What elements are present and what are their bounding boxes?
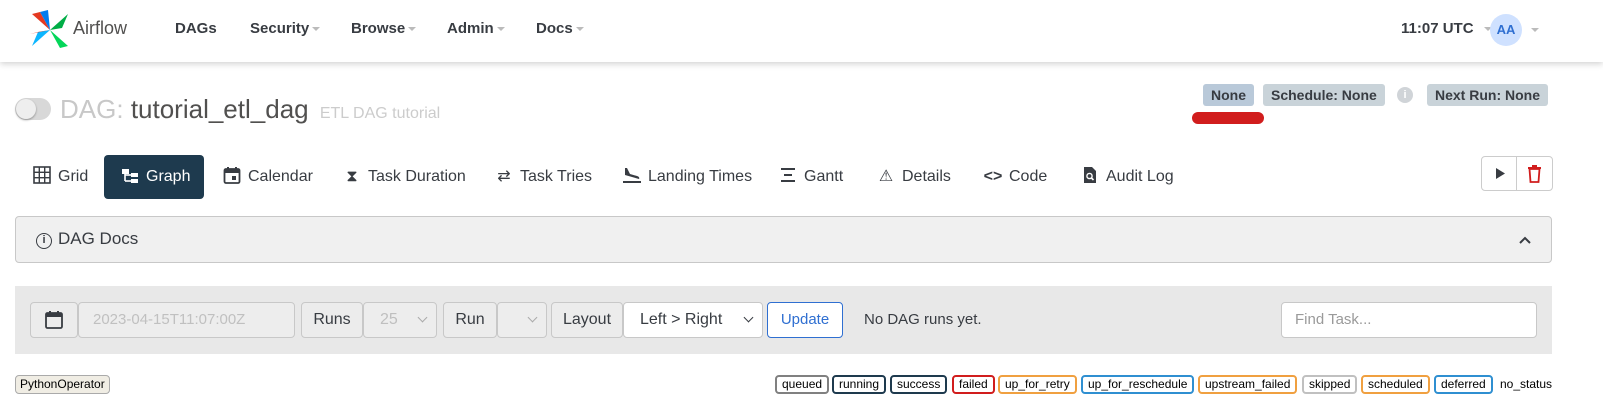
legend-state-failed[interactable]: failed <box>952 375 995 394</box>
grid-icon <box>33 166 51 184</box>
tab-calendar[interactable]: Calendar <box>222 155 313 199</box>
delete-dag-button[interactable] <box>1517 157 1552 190</box>
info-icon[interactable]: i <box>1397 87 1413 103</box>
dag-pause-toggle[interactable] <box>15 98 51 120</box>
runs-label: Runs <box>301 302 363 338</box>
calendar-icon <box>45 311 63 329</box>
legend-state-up-for-reschedule[interactable]: up_for_reschedule <box>1081 375 1195 394</box>
tab-audit-log[interactable]: Audit Log <box>1080 155 1174 199</box>
user-avatar[interactable]: AA <box>1490 14 1522 46</box>
owner-badge[interactable]: None <box>1203 84 1254 106</box>
toggle-knob <box>16 99 36 119</box>
airflow-logo-icon[interactable] <box>28 8 72 52</box>
legend-state-running[interactable]: running <box>832 375 887 394</box>
run-label: Run <box>443 302 497 338</box>
tab-task-duration[interactable]: ⧗ Task Duration <box>342 155 465 199</box>
plane-landing-icon <box>623 168 641 183</box>
legend-state-success[interactable]: success <box>890 375 948 394</box>
tab-code[interactable]: <> Code <box>983 155 1048 199</box>
warning-triangle-icon: ⚠ <box>878 168 894 185</box>
legend-state-skipped[interactable]: skipped <box>1302 375 1358 394</box>
nav-dags[interactable]: DAGs <box>175 20 217 37</box>
gantt-icon <box>781 168 795 182</box>
tab-grid[interactable]: Grid <box>32 155 88 199</box>
chevron-up-icon[interactable] <box>1519 231 1531 247</box>
red-annotation-underline <box>1192 112 1264 124</box>
repeat-icon: ⇄ <box>497 168 511 185</box>
dag-docs-panel[interactable]: i DAG Docs <box>15 216 1552 263</box>
file-search-icon <box>1084 167 1096 183</box>
chevron-down-icon <box>312 27 321 32</box>
graph-icon <box>122 169 138 183</box>
dag-description: ETL DAG tutorial <box>319 105 441 122</box>
execution-date-input[interactable]: 2023-04-15T11:07:00Z <box>78 302 295 338</box>
layout-label: Layout <box>551 302 623 338</box>
trigger-dag-button[interactable] <box>1482 157 1517 190</box>
tab-landing-times[interactable]: Landing Times <box>622 155 752 199</box>
next-run-badge: Next Run: None <box>1427 84 1548 106</box>
chevron-down-icon <box>417 312 428 323</box>
legend-state-scheduled[interactable]: scheduled <box>1361 375 1430 394</box>
status-text: No DAG runs yet. <box>864 311 982 328</box>
find-task-input[interactable]: Find Task... <box>1281 302 1537 338</box>
legend-state-queued[interactable]: queued <box>775 375 830 394</box>
tab-task-tries[interactable]: ⇄ Task Tries <box>494 155 592 199</box>
info-icon: i <box>36 233 52 249</box>
chevron-down-icon <box>527 312 538 323</box>
code-icon: <> <box>983 168 1003 185</box>
nav-docs[interactable]: Docs <box>536 20 584 37</box>
chevron-down-icon <box>496 27 505 32</box>
nav-browse[interactable]: Browse <box>351 20 417 37</box>
nav-security[interactable]: Security <box>250 20 321 37</box>
chevron-down-icon <box>743 312 754 323</box>
update-button[interactable]: Update <box>767 302 843 338</box>
graph-filter-bar: 2023-04-15T11:07:00Z Runs 25 Run Layout … <box>15 286 1552 354</box>
legend-state-up-for-retry[interactable]: up_for_retry <box>998 375 1077 394</box>
dag-actions <box>1481 156 1553 191</box>
legend-state-upstream-failed[interactable]: upstream_failed <box>1198 375 1298 394</box>
legend-state-deferred[interactable]: deferred <box>1434 375 1493 394</box>
play-icon <box>1496 168 1505 179</box>
dag-docs-title: i DAG Docs <box>36 229 138 249</box>
dag-name: tutorial_etl_dag <box>130 94 309 124</box>
chevron-down-icon <box>575 27 584 32</box>
date-picker-button[interactable] <box>30 302 78 338</box>
chevron-down-icon <box>408 27 417 32</box>
page-title: DAG: tutorial_etl_dag ETL DAG tutorial <box>60 94 440 125</box>
run-select[interactable] <box>497 302 547 338</box>
trash-icon <box>1528 165 1541 183</box>
nav-admin[interactable]: Admin <box>447 20 505 37</box>
layout-select[interactable]: Left > Right <box>623 302 763 338</box>
runs-select[interactable]: 25 <box>363 302 437 338</box>
brand-name[interactable]: Airflow <box>73 18 127 39</box>
top-navbar: Airflow DAGs Security Browse Admin Docs … <box>0 0 1603 62</box>
calendar-icon <box>223 167 241 184</box>
dag-prefix: DAG: <box>60 94 124 124</box>
tab-details[interactable]: ⚠ Details <box>876 155 951 199</box>
tab-gantt[interactable]: Gantt <box>778 155 843 199</box>
operator-legend-chip[interactable]: PythonOperator <box>15 375 110 394</box>
legend-state-no-status[interactable]: no_status <box>1494 375 1559 394</box>
tab-graph[interactable]: Graph <box>104 155 204 199</box>
hourglass-icon: ⧗ <box>346 168 358 185</box>
clock-dropdown[interactable]: 11:07 UTC <box>1401 20 1492 37</box>
chevron-down-icon[interactable] <box>1531 28 1539 32</box>
schedule-badge: Schedule: None <box>1263 84 1385 106</box>
